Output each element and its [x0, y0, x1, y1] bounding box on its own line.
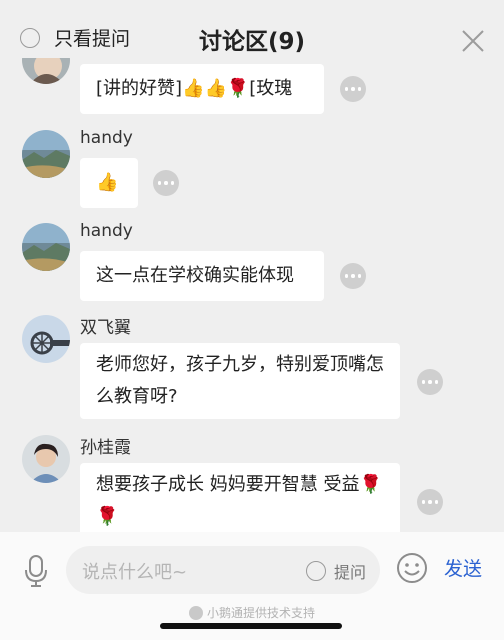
message-bubble[interactable]: 👍: [80, 158, 138, 208]
landscape-avatar: [22, 130, 70, 178]
powered-by-text: 小鹅通提供技术支持: [206, 606, 315, 620]
microphone-icon[interactable]: [24, 554, 48, 588]
person-avatar: [22, 435, 70, 483]
page-title: 讨论区(9): [198, 29, 306, 55]
ask-question-label: 提问: [334, 563, 367, 582]
more-options-icon[interactable]: [153, 170, 179, 196]
brand-logo-icon: [188, 605, 203, 620]
ask-question-toggle[interactable]: 提问: [306, 559, 366, 583]
comment-input-placeholder: 说点什么吧~: [82, 562, 188, 583]
home-indicator: [160, 623, 342, 629]
comment-input[interactable]: 说点什么吧~ 提问: [66, 546, 380, 594]
ask-question-radio[interactable]: [306, 561, 326, 581]
username: 双飞翼: [80, 318, 131, 338]
message-bubble[interactable]: 老师您好，孩子九岁，特别爱顶嘴怎么教育呀?: [80, 343, 400, 419]
username: handy: [80, 128, 133, 148]
message-bubble[interactable]: [讲的好赞]👍👍🌹[玫瑰: [80, 64, 324, 114]
message-list[interactable]: [讲的好赞]👍👍🌹[玫瑰 handy 👍 handy 这一点在学校确实能体现 双…: [0, 58, 504, 532]
more-options-icon[interactable]: [417, 489, 443, 515]
send-button[interactable]: 发送: [444, 554, 482, 581]
emoji-icon[interactable]: [396, 552, 428, 584]
username: 孙桂霞: [80, 438, 131, 458]
username: handy: [80, 221, 133, 241]
more-options-icon[interactable]: [417, 369, 443, 395]
close-icon[interactable]: [460, 28, 486, 54]
landscape-avatar: [22, 223, 70, 271]
avatar: [22, 58, 70, 84]
more-options-icon[interactable]: [340, 76, 366, 102]
more-options-icon[interactable]: [340, 263, 366, 289]
sky-avatar: [22, 315, 70, 363]
message-bubble[interactable]: 这一点在学校确实能体现: [80, 251, 324, 301]
message-bubble[interactable]: 想要孩子成长 妈妈要开智慧 受益🌹🌹: [80, 463, 400, 532]
powered-by: 小鹅通提供技术支持: [0, 604, 504, 621]
